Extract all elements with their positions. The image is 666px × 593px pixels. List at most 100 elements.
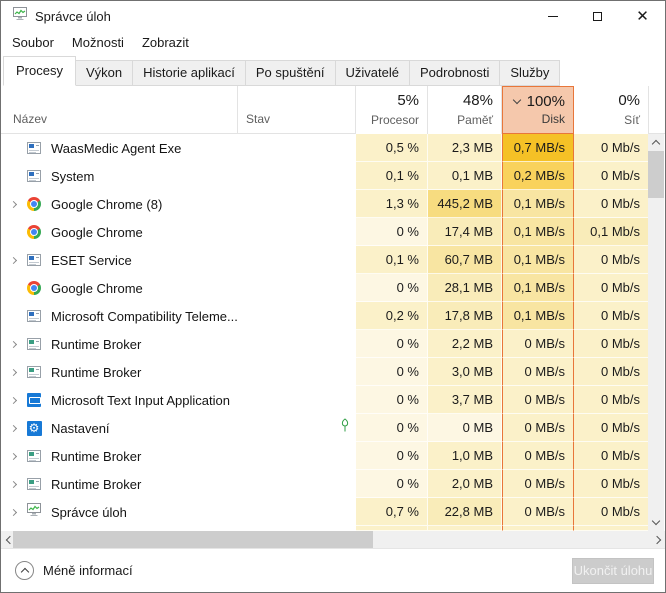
process-name-cell: Google Chrome [1, 274, 238, 302]
expand-chevron-icon[interactable] [1, 398, 25, 403]
cpu-cell: 0,1 % [356, 162, 428, 190]
window-controls: ✕ [530, 1, 665, 31]
scroll-right-arrow-icon[interactable] [648, 531, 665, 548]
expand-chevron-icon[interactable] [1, 482, 25, 487]
process-status-cell [238, 330, 356, 358]
chevron-up-circle-icon [15, 561, 34, 580]
expand-chevron-icon[interactable] [1, 370, 25, 375]
metric-header-value: 5% [397, 92, 419, 109]
process-name: Google Chrome [51, 281, 143, 296]
table-row[interactable]: Google Chrome (8)1,3 %445,2 MB0,1 MB/s0 … [1, 190, 665, 218]
tab-podrobnosti[interactable]: Podrobnosti [409, 60, 500, 86]
header-corner [649, 86, 665, 133]
table-row[interactable]: Google Chrome0 %17,4 MB0,1 MB/s0,1 Mb/s [1, 218, 665, 246]
metric-header-value: 48% [463, 92, 493, 109]
minimize-button[interactable] [530, 1, 575, 31]
table-row[interactable]: Microsoft Compatibility Teleme...0,2 %17… [1, 302, 665, 330]
metric-header-label: Síť [624, 113, 640, 127]
column-header-sit[interactable]: 0%Síť [574, 86, 649, 134]
scroll-up-arrow-icon[interactable] [648, 134, 664, 151]
process-name: Runtime Broker [51, 365, 141, 380]
cpu-cell: 0,1 % [356, 246, 428, 274]
table-row[interactable]: WaasMedic Agent Exe0,5 %2,3 MB0,7 MB/s0 … [1, 134, 665, 162]
process-name: ESET Service [51, 253, 132, 268]
process-icon-wrap [25, 170, 43, 182]
tab-po-spusteni[interactable]: Po spuštění [245, 60, 336, 86]
process-icon-wrap [25, 478, 43, 490]
text-input-icon [27, 393, 41, 407]
sort-descending-icon [512, 96, 520, 104]
metric-header-label: Disk [542, 112, 565, 126]
table-row[interactable]: Google Chrome0 %28,1 MB0,1 MB/s0 Mb/s [1, 274, 665, 302]
vertical-scrollbar[interactable] [648, 134, 664, 531]
cpu-cell: 0,7 % [356, 498, 428, 526]
cpu-cell: 0 % [356, 358, 428, 386]
table-row[interactable]: Runtime Broker0 %2,2 MB0 MB/s0 Mb/s [1, 330, 665, 358]
horizontal-scrollbar-thumb[interactable] [13, 531, 373, 548]
tab-procesy[interactable]: Procesy [3, 56, 76, 86]
disk-cell: 0,1 MB/s [502, 274, 574, 302]
expand-chevron-icon[interactable] [1, 454, 25, 459]
memory-cell: 28,1 MB [428, 274, 502, 302]
network-cell: 0 Mb/s [574, 414, 649, 442]
table-row[interactable]: ⚙Nastavení0 %0 MB0 MB/s0 Mb/s [1, 414, 665, 442]
tab-uzivatele[interactable]: Uživatelé [335, 60, 410, 86]
app-window-icon [27, 254, 41, 266]
network-cell: 0 Mb/s [574, 358, 649, 386]
cpu-cell: 0,2 % [356, 302, 428, 330]
suspended-leaf-icon [339, 418, 351, 438]
horizontal-scrollbar[interactable] [1, 531, 665, 548]
expand-chevron-icon[interactable] [1, 258, 25, 263]
disk-cell: 0,7 MB/s [502, 134, 574, 162]
menu-item-moznosti[interactable]: Možnosti [63, 33, 133, 52]
table-row[interactable]: ESET Service0,1 %60,7 MB0,1 MB/s0 Mb/s [1, 246, 665, 274]
table-row[interactable]: Runtime Broker0 %2,0 MB0 MB/s0 Mb/s [1, 470, 665, 498]
tab-vykon[interactable]: Výkon [75, 60, 133, 86]
expand-chevron-icon[interactable] [1, 202, 25, 207]
close-button[interactable]: ✕ [620, 1, 665, 31]
process-icon-wrap [25, 310, 43, 322]
expand-chevron-icon[interactable] [1, 342, 25, 347]
vertical-scrollbar-thumb[interactable] [648, 151, 664, 198]
process-icon-wrap [25, 338, 43, 350]
cpu-cell: 0 % [356, 218, 428, 246]
cpu-cell: 1,3 % [356, 190, 428, 218]
process-name-cell: Správce úloh [1, 498, 238, 526]
table-row[interactable]: Runtime Broker0 %3,0 MB0 MB/s0 Mb/s [1, 358, 665, 386]
menu-item-soubor[interactable]: Soubor [3, 33, 63, 52]
process-status-cell [238, 246, 356, 274]
table-row[interactable]: Runtime Broker0 %1,0 MB0 MB/s0 Mb/s [1, 442, 665, 470]
table-row[interactable]: Microsoft Text Input Application0 %3,7 M… [1, 386, 665, 414]
column-header-pamet[interactable]: 48% Paměť [428, 86, 502, 134]
tab-sluzby[interactable]: Služby [499, 60, 560, 86]
scroll-down-arrow-icon[interactable] [648, 514, 664, 531]
process-name-cell: Runtime Broker [1, 470, 238, 498]
expand-chevron-icon[interactable] [1, 510, 25, 515]
column-header-name[interactable]: Název [1, 86, 238, 133]
table-row[interactable]: Správce úloh0,7 %22,8 MB0 MB/s0 Mb/s [1, 498, 665, 526]
column-header-procesor[interactable]: 5%Procesor [356, 86, 428, 134]
table-row[interactable]: System0,1 %0,1 MB0,2 MB/s0 Mb/s [1, 162, 665, 190]
column-header-status[interactable]: Stav [238, 86, 356, 133]
metric-header-label: Paměť [457, 113, 493, 127]
process-name: WaasMedic Agent Exe [51, 141, 181, 156]
end-task-button[interactable]: Ukončit úlohu [572, 558, 654, 584]
process-table-body: WaasMedic Agent Exe0,5 %2,3 MB0,7 MB/s0 … [1, 134, 665, 531]
process-name-cell: Runtime Broker [1, 330, 238, 358]
process-name-cell: Microsoft Compatibility Teleme... [1, 302, 238, 330]
column-header-disk[interactable]: 100%Disk [502, 86, 574, 134]
status-header-label: Stav [246, 112, 270, 126]
process-status-cell [238, 414, 356, 442]
tab-historie-aplikaci[interactable]: Historie aplikací [132, 60, 246, 86]
expand-chevron-icon[interactable] [1, 426, 25, 431]
memory-cell: 2,0 MB [428, 470, 502, 498]
process-icon-wrap [25, 393, 43, 407]
less-info-toggle[interactable]: Méně informací [15, 561, 133, 580]
process-name-cell: Microsoft Text Input Application [1, 386, 238, 414]
cpu-cell: 0 % [356, 386, 428, 414]
maximize-button[interactable] [575, 1, 620, 31]
metric-headers: 5%Procesor 48% Paměť 100%Disk0%Síť [356, 86, 649, 133]
process-name: Runtime Broker [51, 337, 141, 352]
menu-item-zobrazit[interactable]: Zobrazit [133, 33, 198, 52]
process-status-cell [238, 218, 356, 246]
